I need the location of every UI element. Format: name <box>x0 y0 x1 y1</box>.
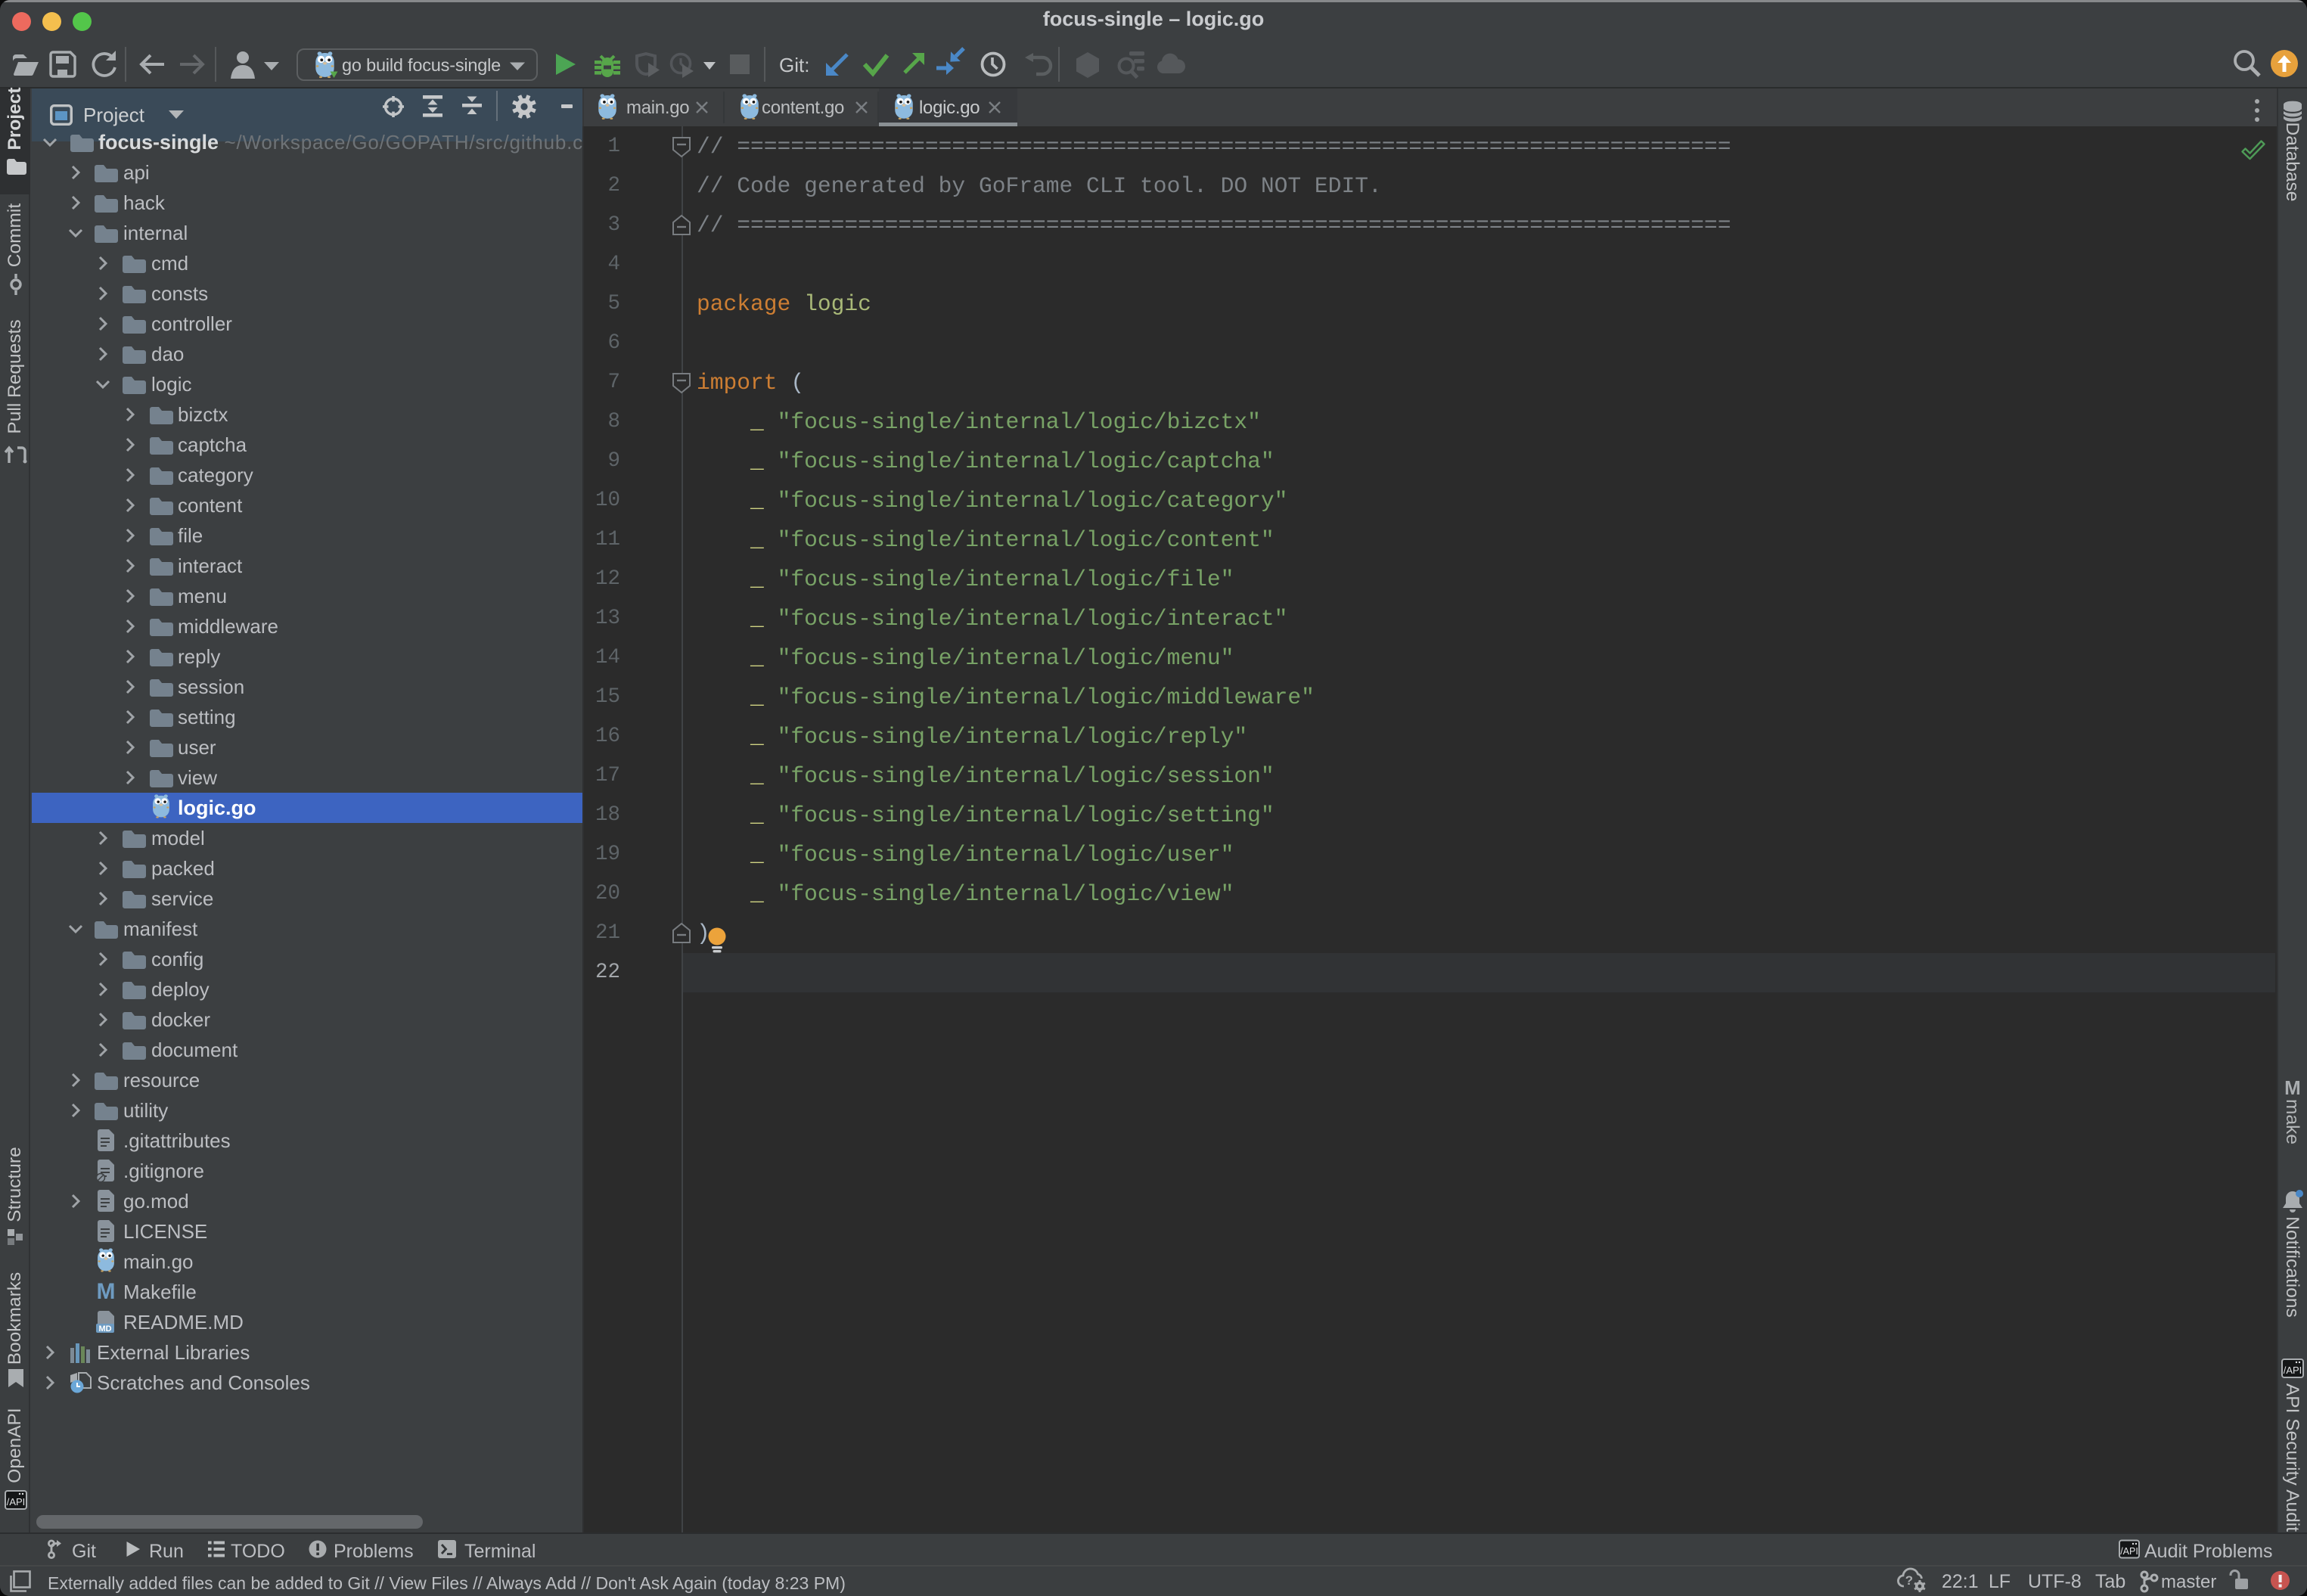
svg-text:MD: MD <box>98 1324 111 1334</box>
svg-text:M: M <box>2284 1076 2301 1099</box>
svg-text:/API: /API <box>2120 1546 2138 1557</box>
svg-text:/API: /API <box>7 1496 26 1508</box>
svg-text:?: ? <box>1905 1573 1913 1588</box>
svg-text:/API: /API <box>2284 1365 2302 1376</box>
svg-text:M: M <box>97 1279 116 1304</box>
